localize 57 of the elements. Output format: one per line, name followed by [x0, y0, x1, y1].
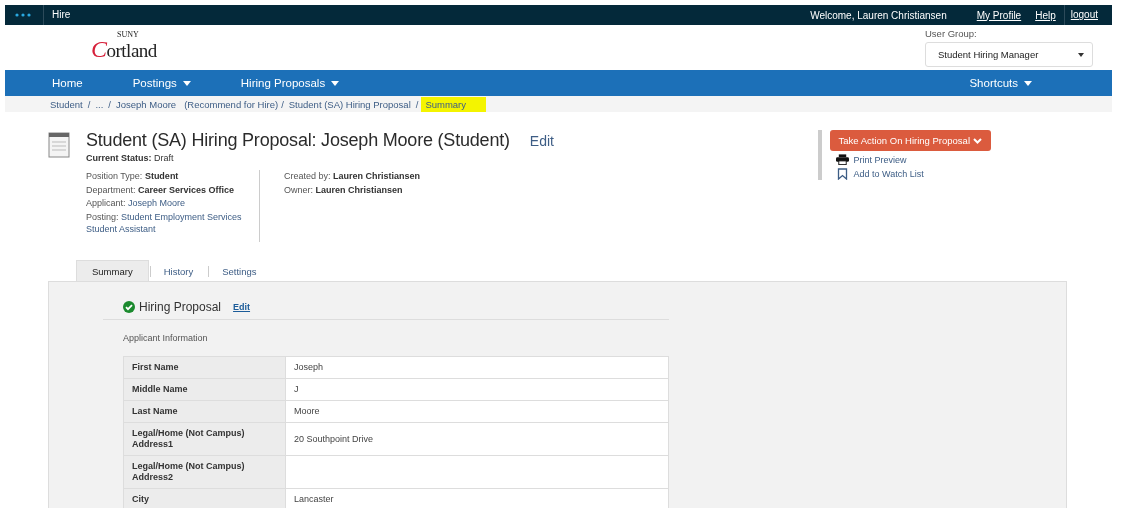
breadcrumb-link[interactable]: ...: [93, 98, 106, 110]
subsection-title: Applicant Information: [123, 333, 209, 343]
logo-wordmark: Cortland: [91, 39, 157, 61]
welcome-text: Welcome, Lauren Christiansen: [810, 9, 947, 21]
field-label: Legal/Home (Not Campus) Address2: [123, 455, 286, 489]
header-link[interactable]: My Profile: [976, 9, 1022, 21]
shortcuts-menu[interactable]: Shortcuts: [969, 77, 1032, 89]
field-label: Legal/Home (Not Campus) Address1: [123, 422, 286, 456]
header-link[interactable]: Help: [1035, 9, 1056, 21]
nav-item[interactable]: Home: [52, 77, 83, 89]
tab[interactable]: Settings: [207, 262, 271, 281]
tab[interactable]: Summary: [76, 260, 149, 281]
app-title: Hire: [43, 5, 71, 25]
breadcrumb-link[interactable]: Student: [48, 98, 85, 110]
tab[interactable]: History: [148, 262, 208, 281]
edit-link[interactable]: Edit: [529, 132, 554, 149]
field-label: City: [123, 488, 286, 508]
bookmark-icon: [835, 168, 849, 180]
document-icon: [48, 132, 70, 158]
edit-link[interactable]: Edit: [233, 302, 251, 312]
field-value: 20 Southpoint Drive: [285, 422, 669, 456]
field-value: J: [285, 378, 669, 401]
caret-icon: [1078, 52, 1084, 57]
action-link[interactable]: Print Preview: [853, 154, 907, 165]
field-label: First Name: [123, 356, 286, 379]
detail-text: Posting: Student Employment Services Student Assistant: [86, 210, 243, 235]
status-text: Current Status: Draft: [86, 153, 175, 163]
field-label: Last Name: [123, 400, 286, 423]
breadcrumb-separator: /: [281, 98, 284, 110]
user-group-label: User Group:: [925, 28, 978, 39]
apps-icon[interactable]: [15, 13, 31, 17]
user-group-select[interactable]: Student Hiring Manager: [925, 42, 1093, 67]
print-icon: [835, 154, 849, 165]
header-link[interactable]: logout: [1063, 5, 1098, 25]
detail-text: Position Type: Student: [86, 170, 180, 182]
chevron-icon: [973, 137, 982, 144]
nav-item[interactable]: Hiring Proposals: [240, 77, 340, 89]
breadcrumb-link[interactable]: Joseph Moore: [113, 98, 179, 110]
logo-small-text: SUNY: [117, 31, 139, 39]
detail-text: Created by: Lauren Christiansen: [284, 170, 421, 182]
field-label: Middle Name: [123, 378, 286, 401]
breadcrumb-link[interactable]: Student (SA) Hiring Proposal: [286, 98, 413, 110]
breadcrumb-separator: /: [108, 98, 111, 110]
field-value: Joseph: [285, 356, 669, 379]
nav-item[interactable]: Postings: [132, 77, 191, 89]
breadcrumb-link[interactable]: Summary: [421, 96, 487, 112]
detail-text: Department: Career Services Office: [86, 183, 236, 196]
section-title: Hiring Proposal: [139, 300, 222, 314]
action-link[interactable]: Add to Watch List: [853, 169, 924, 179]
breadcrumb-note: (Recommend for Hire): [184, 98, 279, 110]
detail-text: Owner: Lauren Christiansen: [284, 183, 404, 196]
page-title: Student (SA) Hiring Proposal: Joseph Moore (Student): [86, 130, 510, 151]
detail-text: Applicant: Joseph Moore: [86, 197, 187, 209]
take-action-button[interactable]: Take Action On Hiring Proposal: [829, 130, 991, 151]
field-value: Moore: [285, 400, 669, 423]
breadcrumb-separator: /: [87, 98, 91, 110]
breadcrumb-separator: /: [415, 98, 419, 110]
